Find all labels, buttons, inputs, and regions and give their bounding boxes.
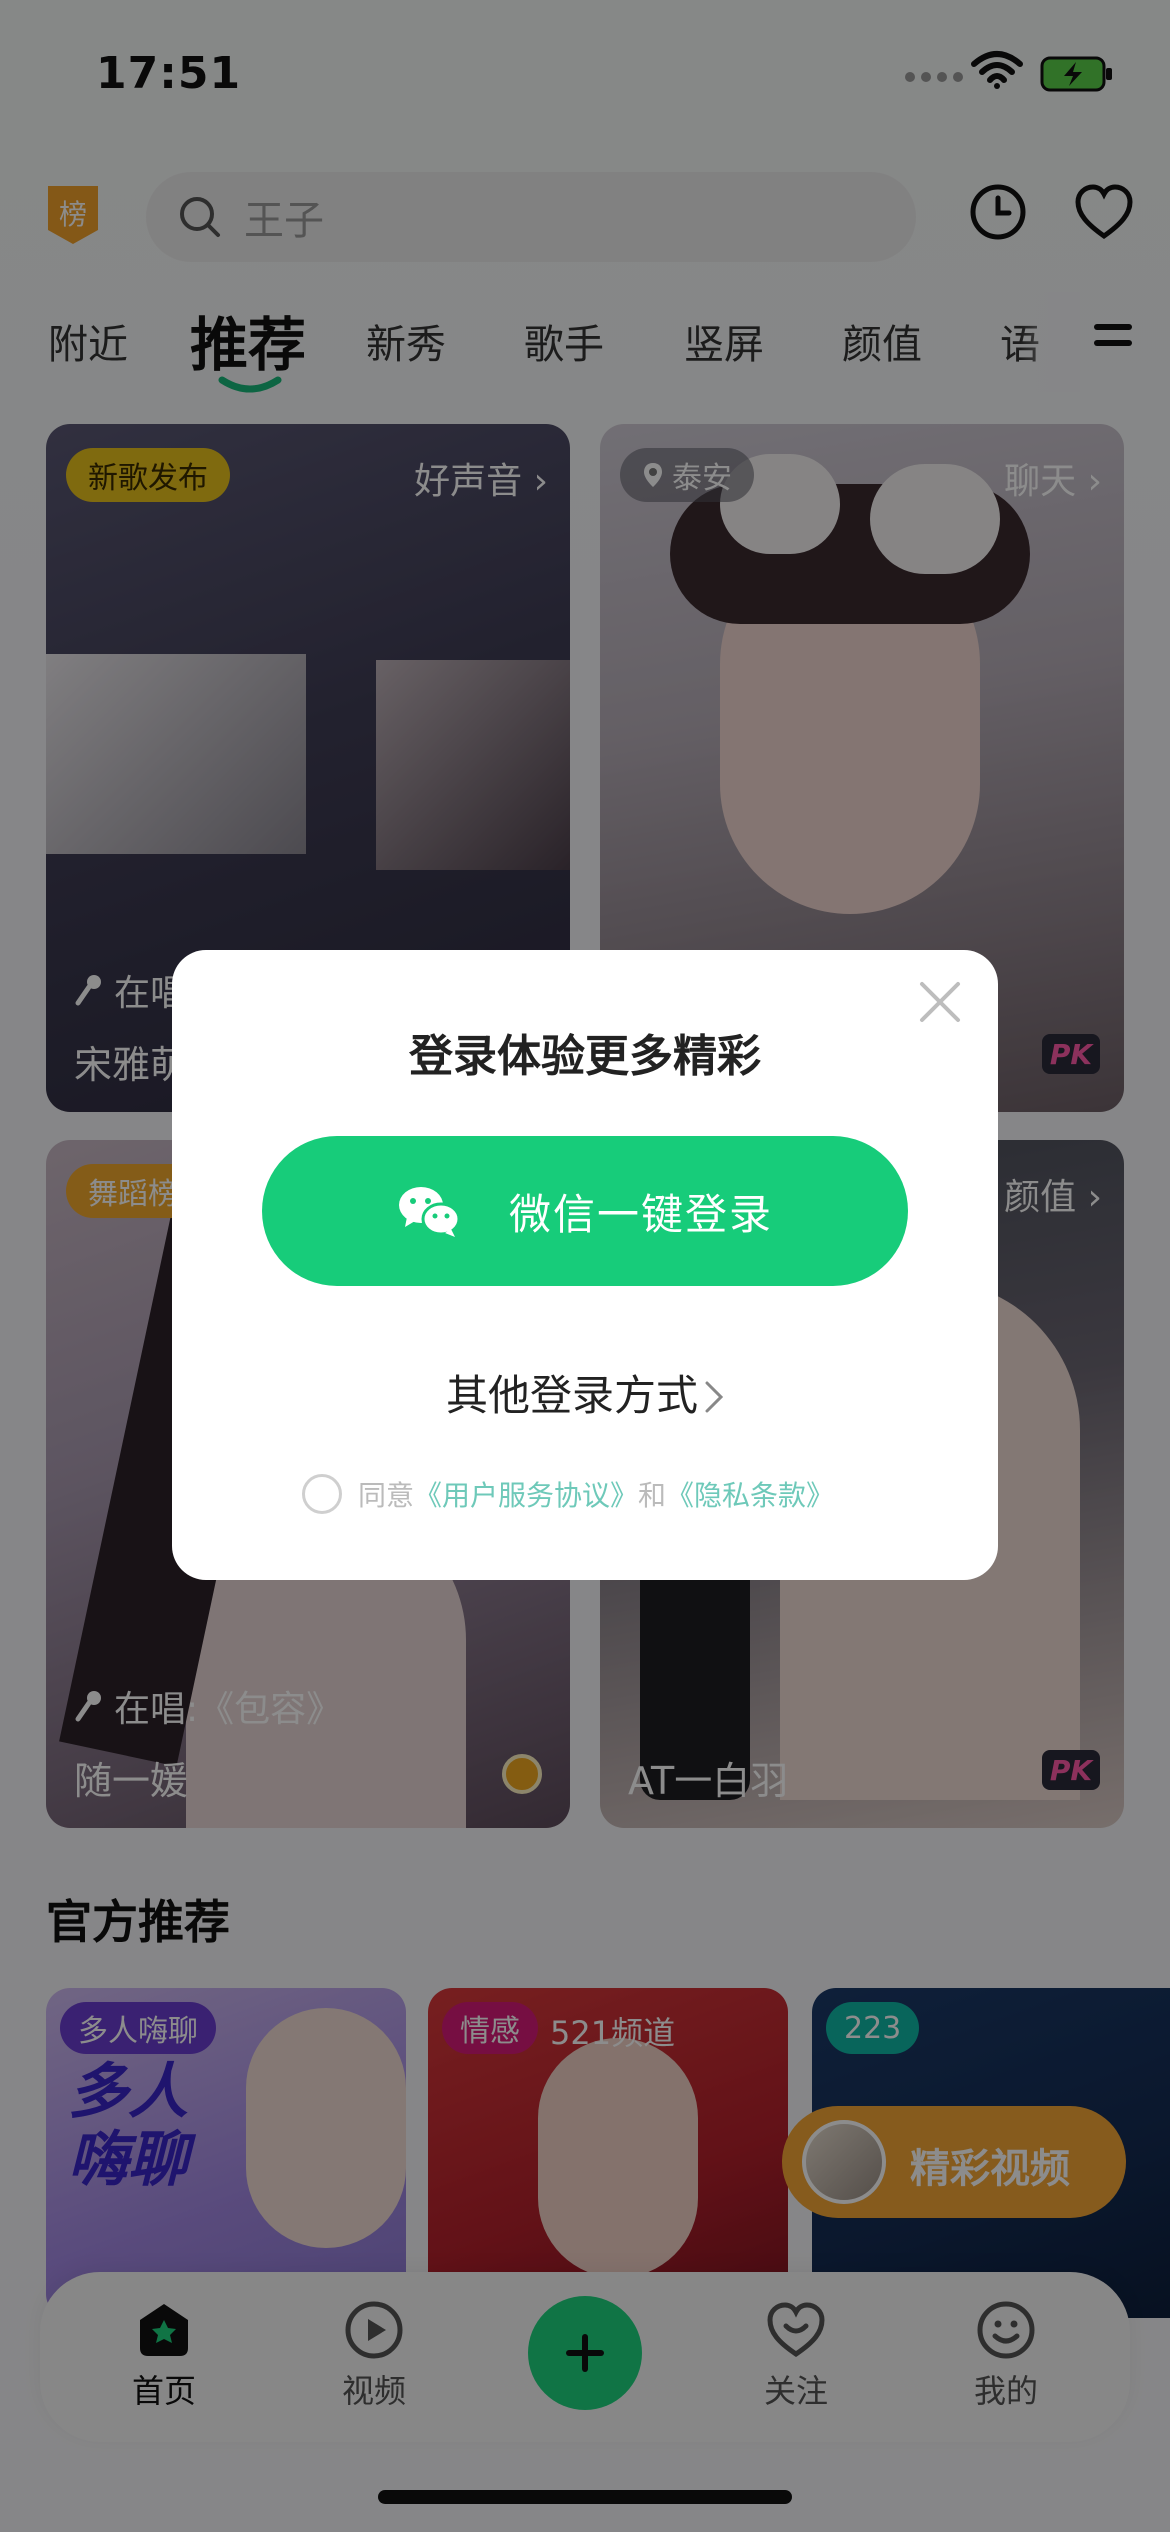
- other-login-text: 其他登录方式: [445, 1371, 698, 1420]
- modal-title: 登录体验更多精彩: [409, 1031, 761, 1082]
- agreement-checkbox[interactable]: [302, 1474, 342, 1514]
- agreement-row: 同意 《用户服务协议》 和 《隐私条款》: [302, 1474, 834, 1514]
- wechat-login-label: 微信一键登录: [508, 1189, 773, 1239]
- wechat-icon: [398, 1187, 461, 1237]
- close-icon[interactable]: [918, 980, 962, 1024]
- user-agreement-link[interactable]: 《用户服务协议》: [414, 1474, 638, 1514]
- agree-and: 和: [638, 1479, 667, 1512]
- wechat-login-button[interactable]: 微信一键登录: [262, 1136, 908, 1286]
- login-modal: 登录体验更多精彩 微信一键登录 其他登录方式 同意 《用户服务协议》 和 《隐私…: [172, 950, 998, 1580]
- privacy-policy-link[interactable]: 《隐私条款》: [666, 1474, 834, 1514]
- other-login-link[interactable]: 其他登录方式: [172, 1362, 998, 1423]
- chevron-right-icon: [705, 1381, 724, 1413]
- agree-prefix: 同意: [358, 1479, 415, 1512]
